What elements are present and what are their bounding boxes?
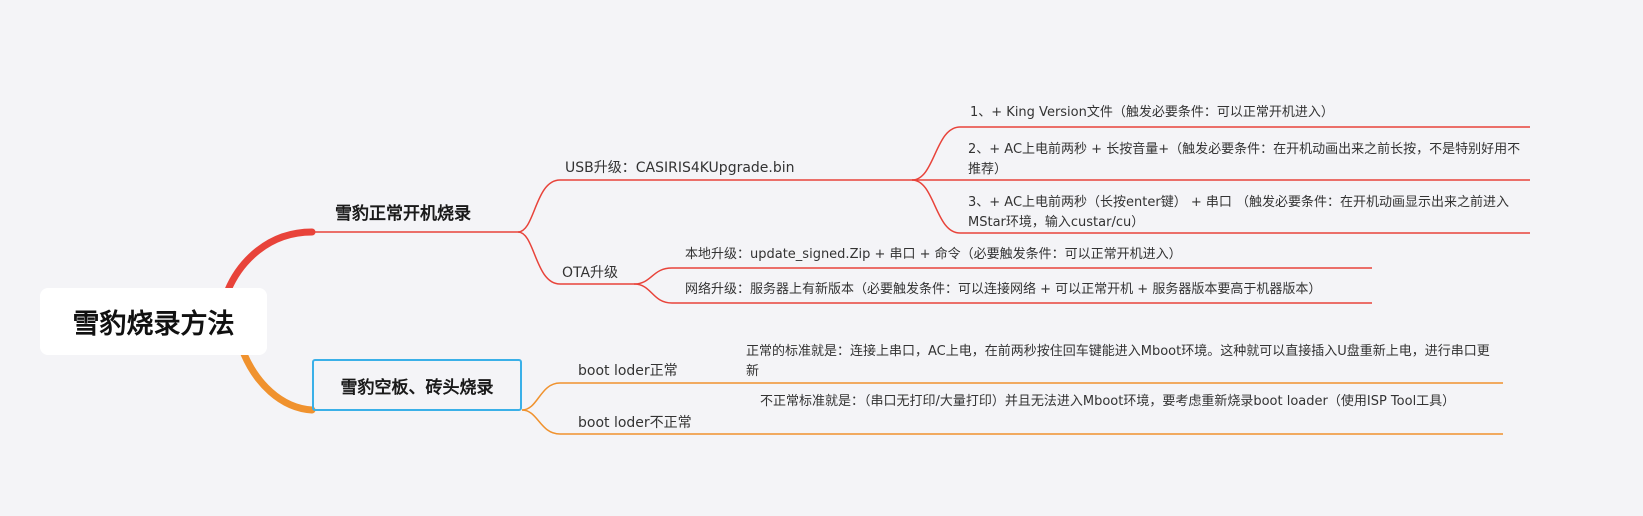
connector-branch-2-boot-ok	[521, 382, 561, 411]
connector-usb-leaf-3	[911, 179, 961, 234]
connector-branch-2-boot-bad	[521, 409, 561, 435]
node-usb-upgrade[interactable]: USB升级：CASIRIS4KUpgrade.bin	[565, 157, 795, 177]
connector-ota-leaf-1	[633, 267, 673, 285]
leaf-local-upgrade[interactable]: 本地升级：update_signed.Zip + 串口 + 命令（必要触发条件：…	[685, 245, 1182, 265]
leaf-ac-volume-up[interactable]: 2、+ AC上电前两秒 + 长按音量+（触发必要条件：在开机动画出来之前长按，不…	[968, 140, 1528, 180]
leaf-boot-loader-bad-desc[interactable]: 不正常标准就是：（串口无打印/大量打印）并且无法进入Mboot环境，要考虑重新烧…	[760, 392, 1490, 412]
node-ota-upgrade[interactable]: OTA升级	[562, 262, 618, 282]
connector-ota-leaf-2	[633, 283, 673, 304]
leaf-king-version[interactable]: 1、+ King Version文件（触发必要条件：可以正常开机进入）	[970, 103, 1334, 123]
leaf-ac-enter-serial[interactable]: 3、+ AC上电前两秒（长按enter键） + 串口 （触发必要条件：在开机动画…	[968, 193, 1528, 233]
node-boot-loader-bad[interactable]: boot loder不正常	[578, 412, 692, 432]
connector-root-branch-2	[240, 350, 316, 414]
branch-normal-boot-flash[interactable]: 雪豹正常开机烧录	[335, 199, 471, 224]
root-node[interactable]: 雪豹烧录方法	[40, 288, 267, 355]
connector-root-branch-1	[224, 228, 316, 294]
connector-branch-1-ota	[517, 231, 561, 285]
connector-usb-leaf-1	[911, 126, 961, 181]
leaf-boot-loader-ok-desc[interactable]: 正常的标准就是：连接上串口，AC上电，在前两秒按住回车键能进入Mboot环境。这…	[746, 342, 1496, 382]
branch-blank-board-flash[interactable]: 雪豹空板、砖头烧录	[312, 359, 522, 411]
connector-branch-1-usb	[517, 179, 561, 233]
leaf-network-upgrade[interactable]: 网络升级：服务器上有新版本（必要触发条件：可以连接网络 + 可以正常开机 + 服…	[685, 280, 1321, 300]
node-boot-loader-ok[interactable]: boot loder正常	[578, 360, 678, 380]
